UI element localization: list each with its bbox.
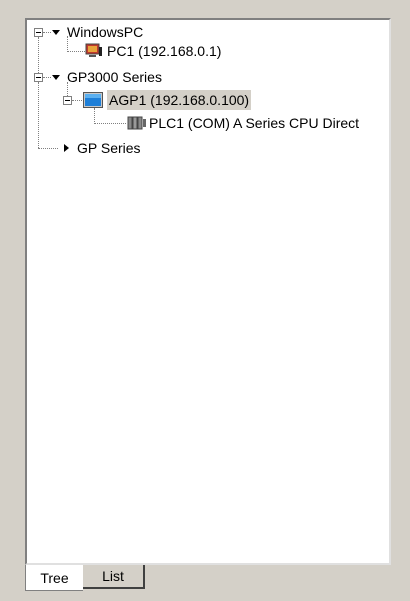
triangle-right-icon (64, 144, 69, 152)
tree-node-label: PLC1 (COM) A Series CPU Direct (149, 115, 360, 131)
tree-node-pc1[interactable]: PC1 (192.168.0.1) (107, 41, 221, 61)
tree-node-gp3000-series[interactable]: GP3000 Series (67, 67, 162, 87)
collapse-toggle-agp1[interactable] (63, 96, 72, 105)
collapse-toggle-windowspc[interactable] (34, 28, 43, 37)
tree-node-label: GP Series (77, 140, 141, 156)
tree-node-agp1[interactable]: AGP1 (192.168.0.100) (107, 90, 252, 110)
tree-node-label: AGP1 (192.168.0.100) (109, 92, 250, 108)
display-unit-icon (83, 92, 103, 108)
tree-node-label: WindowsPC (67, 24, 144, 40)
triangle-down-icon (52, 30, 60, 35)
tab-label: Tree (40, 570, 69, 586)
pc-icon (85, 43, 103, 59)
tree-node-label: GP3000 Series (67, 69, 162, 85)
collapse-toggle-gp3000[interactable] (34, 73, 43, 82)
plc-icon (127, 115, 147, 131)
tab-label: List (102, 568, 124, 584)
tree-node-plc1[interactable]: PLC1 (COM) A Series CPU Direct (149, 113, 359, 133)
tree-view[interactable]: WindowsPC PC1 (192.168.0.1) GP3000 Serie… (25, 18, 391, 565)
tree-node-gp-series[interactable]: GP Series (77, 138, 141, 158)
triangle-down-icon (52, 75, 60, 80)
tab-tree[interactable]: Tree (25, 565, 83, 591)
tab-list[interactable]: List (83, 565, 145, 589)
tree-node-windowspc[interactable]: WindowsPC (67, 22, 143, 42)
tree-node-label: PC1 (192.168.0.1) (107, 43, 222, 59)
